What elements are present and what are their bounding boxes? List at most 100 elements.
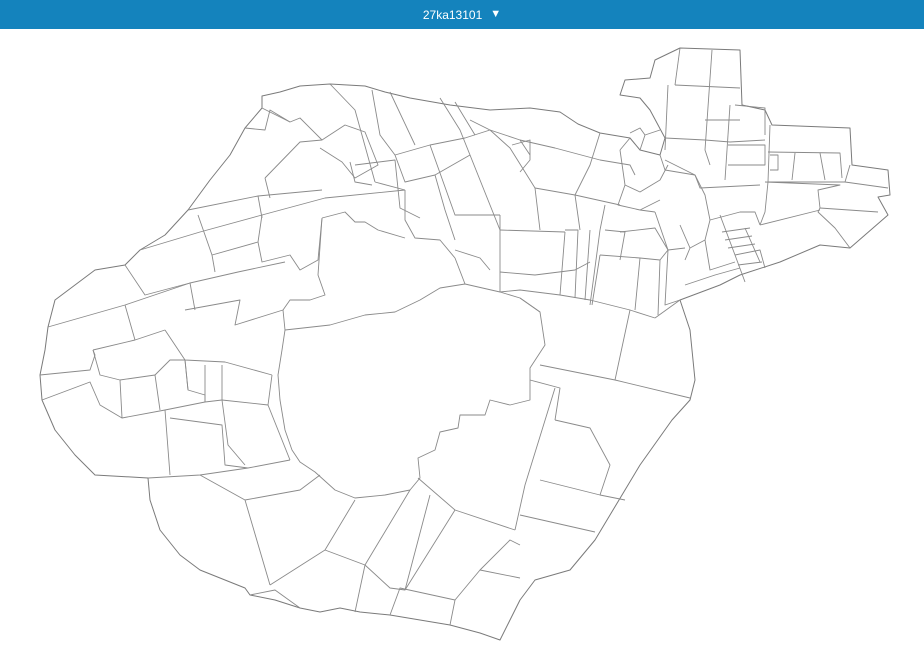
street-line [244, 474, 321, 501]
street-line [119, 374, 161, 411]
street-line [819, 207, 879, 213]
street-line [92, 349, 171, 476]
street-line [565, 229, 579, 299]
street-line [364, 494, 431, 591]
street-line [759, 209, 821, 226]
street-line [709, 211, 761, 226]
street-line [469, 119, 531, 156]
street-line [257, 195, 263, 219]
street-line [619, 137, 631, 151]
street-line [719, 214, 746, 283]
street-line [817, 207, 851, 249]
street-line [197, 214, 263, 256]
street-line [574, 132, 601, 196]
street-line [737, 261, 763, 266]
street-line [704, 239, 736, 271]
street-line [221, 374, 273, 406]
park-boundary [277, 283, 546, 499]
street-line [599, 159, 636, 176]
triangle-down-icon: ▼ [490, 8, 502, 20]
district-map[interactable] [0, 29, 924, 660]
street-line [184, 359, 189, 391]
street-line [204, 365, 223, 403]
street-line [267, 404, 291, 461]
street-line [664, 249, 681, 306]
street-line [764, 181, 841, 209]
street-line [599, 254, 641, 311]
map-outline [39, 47, 891, 641]
street-line [704, 49, 713, 166]
street-line [264, 139, 323, 179]
street-line [479, 539, 521, 571]
street-line [689, 239, 706, 249]
street-line [664, 84, 669, 151]
street-line [329, 83, 376, 183]
street-line [282, 217, 326, 311]
street-line [728, 144, 766, 166]
street-line [404, 190, 456, 259]
street-line [599, 204, 606, 231]
street-line [499, 289, 656, 319]
street-line [354, 159, 421, 219]
street-line [454, 257, 466, 285]
street-line [321, 211, 406, 239]
street-line [417, 477, 516, 531]
street-line [767, 151, 843, 179]
street-line [454, 249, 491, 271]
street-line [519, 297, 541, 313]
street-line [559, 231, 566, 296]
street-line [454, 569, 521, 601]
street-line [844, 164, 851, 183]
street-line [211, 254, 216, 273]
street-line [614, 309, 691, 399]
street-line [679, 224, 691, 261]
street-line [269, 499, 356, 586]
street-line [664, 159, 761, 189]
street-line [139, 189, 406, 251]
header-bar: 27ka13101 ▼ [0, 0, 924, 29]
street-line [394, 154, 471, 183]
street-line [519, 514, 596, 533]
street-line [519, 139, 601, 161]
street-line [189, 282, 196, 311]
street-line [639, 129, 661, 151]
street-line [589, 229, 601, 306]
street-line [92, 339, 136, 351]
street-line [47, 261, 286, 328]
street-line [41, 381, 123, 419]
street-line [819, 152, 826, 181]
street-line [584, 229, 591, 301]
street-line [617, 184, 641, 211]
street-line [694, 174, 711, 241]
street-line [539, 479, 626, 501]
street-line [169, 417, 249, 469]
street-line [324, 549, 366, 613]
street-line [724, 104, 731, 181]
street-line [514, 387, 556, 531]
street-line [164, 401, 206, 411]
street-line [261, 107, 379, 179]
street-line [404, 509, 456, 591]
street-line [124, 264, 191, 296]
street-line [664, 137, 766, 143]
street-line [684, 267, 741, 286]
street-line [574, 194, 581, 231]
street-line [389, 587, 456, 626]
street-line [674, 47, 681, 86]
street-line [529, 379, 561, 421]
street-line [184, 299, 286, 331]
street-line [674, 84, 741, 89]
street-line [371, 89, 491, 156]
street-line [770, 154, 779, 171]
street-line [39, 349, 96, 376]
street-line [364, 489, 411, 566]
street-line [554, 419, 611, 496]
area-selector-dropdown[interactable]: 27ka13101 ▼ [423, 9, 501, 21]
street-line [639, 257, 661, 316]
street-line [619, 227, 669, 261]
street-line [389, 91, 416, 146]
street-line [639, 209, 656, 213]
street-line [439, 97, 501, 231]
street-line [154, 359, 206, 402]
street-line [629, 127, 646, 136]
